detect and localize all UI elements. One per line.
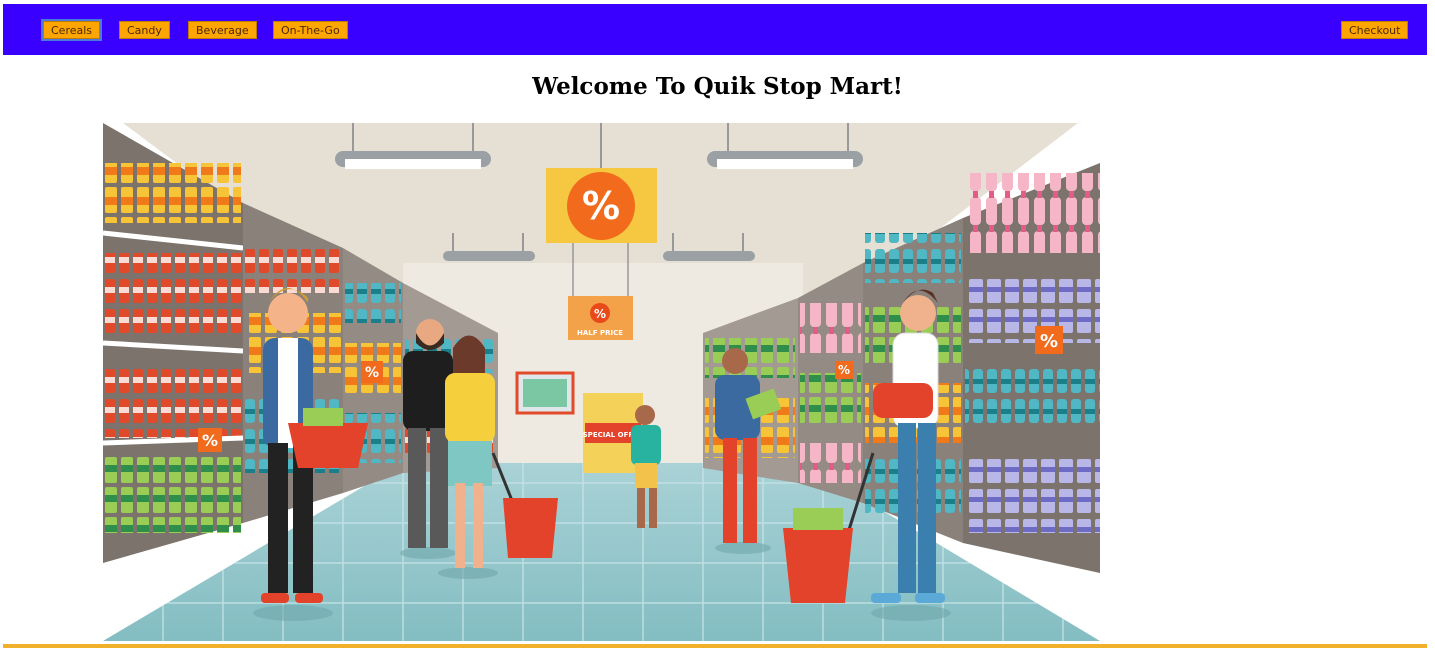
nav-cereals-button[interactable]: Cereals: [40, 19, 103, 41]
bottom-accent-line: [3, 644, 1427, 648]
store-hero-image: % % HALF PRICE SPECIAL OFFER % % % %: [103, 123, 1100, 641]
checkout-button[interactable]: Checkout: [1341, 21, 1409, 39]
svg-text:%: %: [838, 363, 850, 377]
svg-text:%: %: [365, 365, 379, 381]
svg-text:%: %: [1040, 331, 1058, 352]
nav-beverage-button[interactable]: Beverage: [188, 21, 257, 39]
svg-text:%: %: [582, 184, 620, 228]
svg-text:%: %: [202, 431, 218, 450]
nav-on-the-go-button[interactable]: On-The-Go: [273, 21, 348, 39]
svg-text:HALF PRICE: HALF PRICE: [577, 329, 623, 337]
svg-text:%: %: [594, 307, 606, 321]
nav-candy-button[interactable]: Candy: [119, 21, 170, 39]
top-navbar: Cereals Candy Beverage On-The-Go Checkou…: [3, 4, 1427, 55]
page-title: Welcome To Quik Stop Mart!: [532, 73, 903, 100]
